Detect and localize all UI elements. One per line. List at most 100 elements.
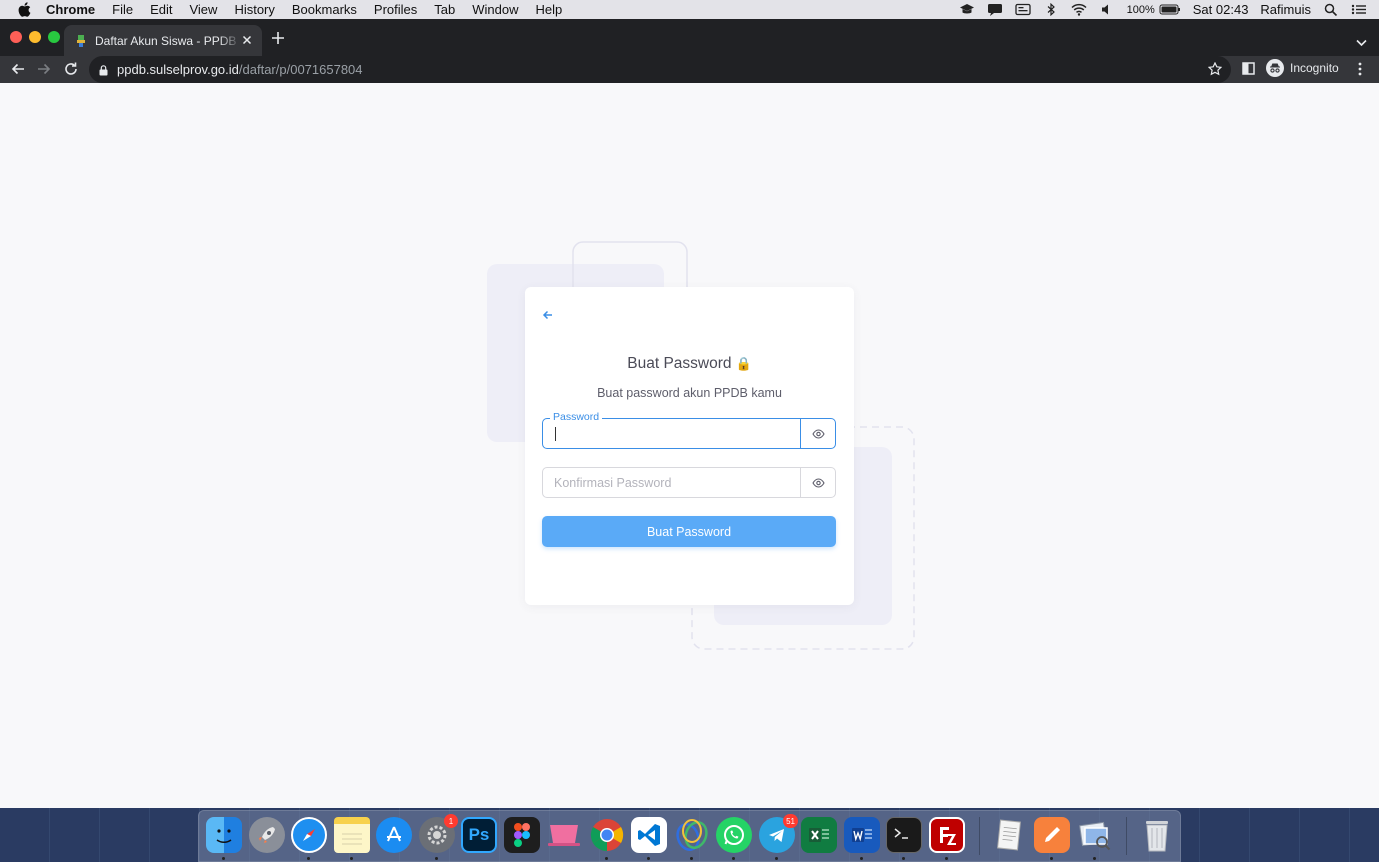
more-menu-icon[interactable]: [1355, 62, 1365, 76]
password-field[interactable]: Password: [542, 411, 836, 449]
wifi-icon[interactable]: [1071, 3, 1087, 16]
bookmark-star-icon[interactable]: [1207, 61, 1223, 76]
browser-tab[interactable]: Daftar Akun Siswa - PPDB Sulsel: [64, 25, 262, 56]
toggle-password-visibility-button[interactable]: [800, 419, 835, 448]
graduation-cap-icon[interactable]: [959, 3, 975, 16]
menu-edit[interactable]: Edit: [150, 2, 172, 17]
reload-icon[interactable]: [63, 61, 79, 77]
word-icon[interactable]: [844, 817, 880, 853]
url-host: ppdb.sulselprov.go.id: [117, 62, 239, 77]
rocket-icon[interactable]: [249, 817, 285, 853]
menu-window[interactable]: Window: [472, 2, 518, 17]
gear-icon[interactable]: 1: [419, 814, 458, 853]
running-indicator: [435, 857, 438, 860]
figma-icon[interactable]: [504, 817, 540, 853]
close-window-button[interactable]: [10, 31, 22, 43]
tab-title: Daftar Akun Siswa - PPDB Sulsel: [95, 33, 241, 48]
menu-tab[interactable]: Tab: [434, 2, 455, 17]
telegram-icon[interactable]: 51: [759, 814, 798, 853]
running-indicator: [860, 857, 863, 860]
dock-separator: [1126, 817, 1127, 855]
password-label: Password: [550, 411, 603, 423]
password-input[interactable]: [543, 419, 801, 448]
bluetooth-icon[interactable]: [1043, 2, 1059, 17]
telegram-badge: 51: [783, 814, 798, 828]
eye-icon: [811, 428, 825, 439]
dock-separator: [979, 817, 980, 855]
lock-icon[interactable]: [99, 64, 108, 76]
compass-icon[interactable]: [291, 817, 327, 853]
running-indicator: [732, 857, 735, 860]
laptop-icon[interactable]: [546, 817, 582, 853]
macos-menu-bar: Chrome File Edit View History Bookmarks …: [0, 0, 1379, 19]
menu-history[interactable]: History: [234, 2, 274, 17]
running-indicator: [307, 857, 310, 860]
preview-icon[interactable]: [1077, 817, 1113, 853]
running-indicator: [1050, 857, 1053, 860]
forward-arrow-icon[interactable]: [36, 61, 52, 77]
maximize-window-button[interactable]: [48, 31, 60, 43]
spotlight-search-icon[interactable]: [1323, 3, 1339, 17]
app-store-icon[interactable]: [376, 817, 412, 853]
menu-view[interactable]: View: [189, 2, 217, 17]
incognito-profile-button[interactable]: Incognito: [1266, 59, 1339, 77]
running-indicator: [775, 857, 778, 860]
menu-app-name[interactable]: Chrome: [46, 2, 95, 17]
incognito-label: Incognito: [1290, 61, 1339, 75]
eye-icon: [811, 477, 825, 488]
toggle-confirm-visibility-button[interactable]: [800, 468, 835, 497]
textedit-icon[interactable]: [992, 817, 1028, 853]
rings-icon[interactable]: [674, 817, 710, 853]
notes-icon[interactable]: [334, 817, 370, 853]
url-path: /daftar/p/0071657804: [238, 62, 363, 77]
back-arrow-icon[interactable]: [541, 308, 555, 322]
site-favicon-icon: [76, 34, 86, 48]
vscode-icon[interactable]: [631, 817, 667, 853]
confirm-password-field[interactable]: [542, 467, 836, 498]
address-bar[interactable]: ppdb.sulselprov.go.id/daftar/p/007165780…: [89, 56, 1231, 83]
side-panel-icon[interactable]: [1242, 62, 1255, 75]
menu-bookmarks[interactable]: Bookmarks: [292, 2, 357, 17]
menubar-user[interactable]: Rafimuis: [1260, 2, 1311, 17]
lock-emoji-icon: 🔒: [735, 356, 752, 371]
running-indicator: [605, 857, 608, 860]
menubar-clock[interactable]: Sat 02:43: [1193, 2, 1249, 17]
back-arrow-icon[interactable]: [10, 61, 26, 77]
incognito-icon: [1266, 59, 1284, 77]
battery-icon[interactable]: [1159, 3, 1181, 16]
tab-search-chevron-icon[interactable]: [1356, 34, 1367, 47]
menu-help[interactable]: Help: [536, 2, 563, 17]
volume-icon[interactable]: [1099, 3, 1115, 16]
control-strip-icon[interactable]: [1014, 3, 1031, 16]
running-indicator: [945, 857, 948, 860]
new-tab-icon[interactable]: [271, 31, 285, 45]
dock: 1 Ps 51: [198, 810, 1181, 862]
create-password-card: Buat Password 🔒 Buat password akun PPDB k…: [525, 287, 854, 605]
whatsapp-icon[interactable]: [716, 817, 752, 853]
running-indicator: [350, 857, 353, 860]
browser-window: Daftar Akun Siswa - PPDB Sulsel ppdb.sul…: [0, 19, 1379, 808]
chrome-icon[interactable]: [589, 817, 625, 853]
browser-toolbar: ppdb.sulselprov.go.id/daftar/p/007165780…: [0, 56, 1379, 83]
control-center-icon[interactable]: [1351, 3, 1367, 16]
battery-percent: 100%: [1126, 3, 1155, 16]
running-indicator: [690, 857, 693, 860]
close-tab-icon[interactable]: [241, 34, 253, 46]
photoshop-icon[interactable]: Ps: [461, 817, 497, 853]
pen-icon[interactable]: [1034, 817, 1070, 853]
confirm-password-input[interactable]: [543, 468, 801, 497]
menu-file[interactable]: File: [112, 2, 133, 17]
finder-icon[interactable]: [206, 817, 242, 853]
filezilla-icon[interactable]: [929, 817, 965, 853]
excel-icon[interactable]: [801, 817, 837, 853]
page-content: Buat Password 🔒 Buat password akun PPDB k…: [0, 83, 1379, 808]
menu-profiles[interactable]: Profiles: [374, 2, 417, 17]
terminal-icon[interactable]: [886, 817, 922, 853]
notification-icon[interactable]: [987, 3, 1003, 16]
create-password-button[interactable]: Buat Password: [542, 516, 836, 547]
minimize-window-button[interactable]: [29, 31, 41, 43]
system-preferences-badge: 1: [444, 814, 458, 828]
trash-icon[interactable]: [1139, 817, 1175, 853]
tab-strip: Daftar Akun Siswa - PPDB Sulsel: [0, 19, 1379, 56]
apple-icon[interactable]: [16, 2, 32, 18]
